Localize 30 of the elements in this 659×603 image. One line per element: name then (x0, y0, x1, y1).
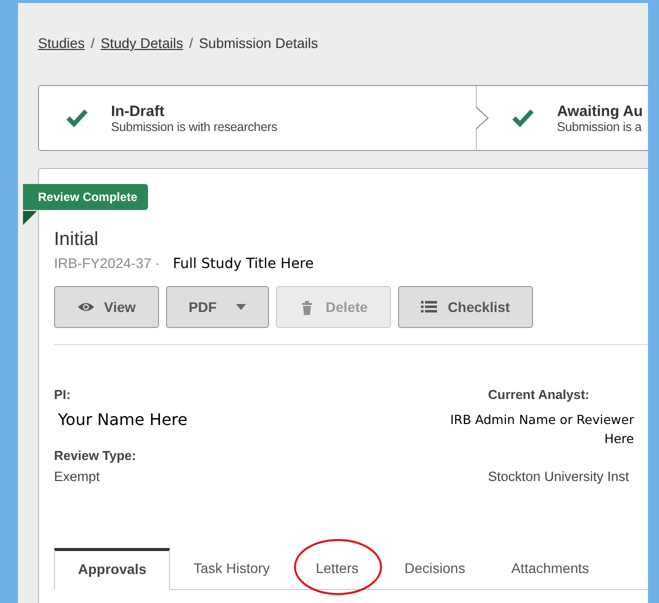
dropdown-button[interactable]: PDF (166, 286, 269, 328)
field-label: Current Analyst: (487, 387, 590, 402)
tab[interactable]: Approvals (54, 548, 170, 590)
field-label: Review Type: (54, 448, 138, 463)
submission-title: Initial (54, 228, 100, 252)
submission-id: IRB-FY2024-37 · (54, 255, 160, 271)
tab[interactable]: Decisions (382, 548, 488, 589)
caret-icon (236, 304, 246, 310)
step-title: Awaiting Au (557, 102, 643, 120)
ribbon-fold (23, 211, 37, 225)
field-value: Exempt (54, 469, 101, 484)
step-subtitle: Submission is a (557, 120, 643, 134)
field-value: IRB Admin Name or Reviewer Here (449, 411, 634, 448)
step-subtitle: Submission is with researchers (111, 120, 278, 134)
breadcrumb-separator: / (189, 35, 193, 51)
breadcrumb-separator: / (90, 35, 95, 51)
tab[interactable]: Attachments (488, 548, 612, 589)
tab[interactable]: Task History (170, 548, 293, 589)
study-title: Full Study Title Here (172, 256, 314, 272)
list-icon (420, 299, 439, 315)
action-button[interactable]: Checklist (398, 286, 533, 328)
breadcrumb-current: Submission Details (198, 35, 318, 51)
field-value: Your Name Here (57, 409, 188, 431)
action-button[interactable]: View (54, 286, 159, 328)
field-label: PI: (54, 387, 72, 402)
breadcrumb-link[interactable]: Study Details (100, 35, 184, 51)
status-ribbon: Review Complete (23, 184, 148, 210)
step-title: In-Draft (111, 102, 166, 120)
breadcrumb-link[interactable]: Studies (38, 35, 85, 51)
field-value: Stockton University Inst (487, 469, 630, 484)
